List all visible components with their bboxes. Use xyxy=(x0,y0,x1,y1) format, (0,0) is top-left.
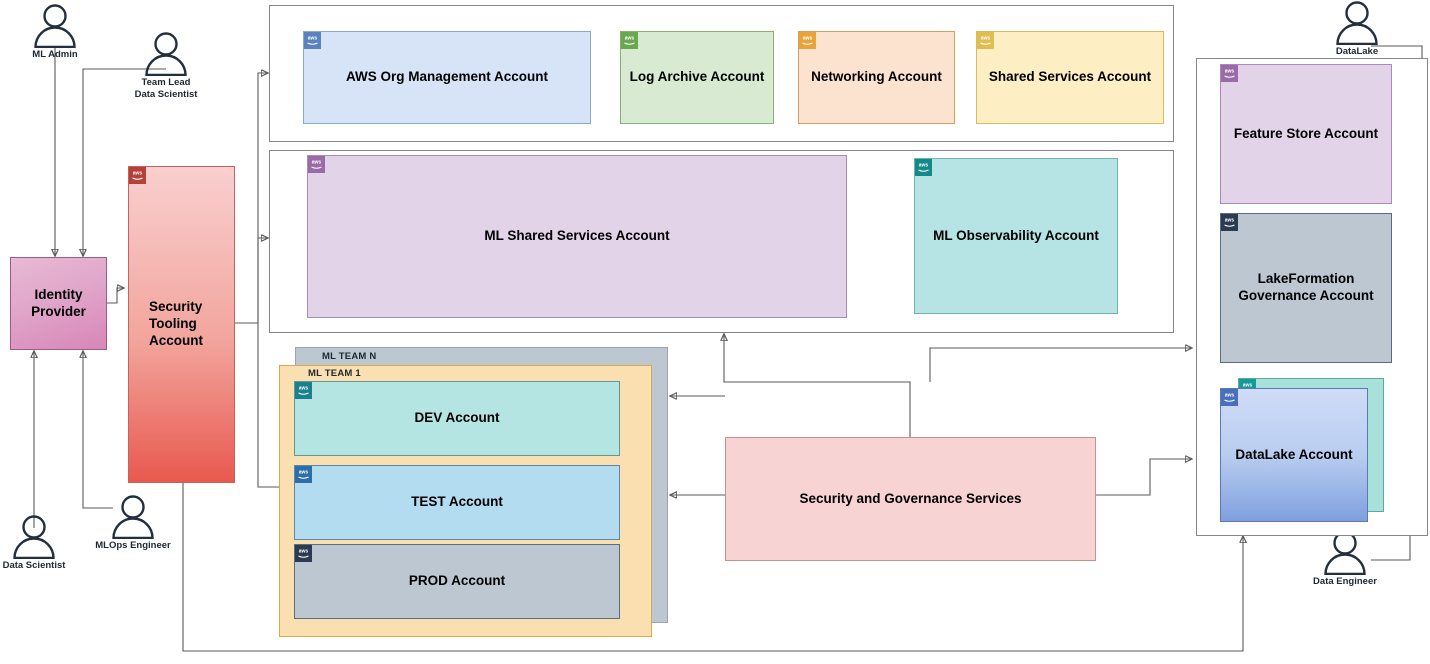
actor-team-lead: Team Lead Data Scientist xyxy=(106,32,226,101)
account-aws-org-management[interactable]: aws AWS Org Management Account xyxy=(303,31,591,124)
actor-label: Data Scientist xyxy=(2,560,66,571)
aws-badge-icon: aws xyxy=(295,382,312,399)
svg-text:aws: aws xyxy=(803,36,813,42)
svg-text:aws: aws xyxy=(299,386,309,392)
account-feature-store[interactable]: aws Feature Store Account xyxy=(1220,64,1392,204)
account-log-archive[interactable]: aws Log Archive Account xyxy=(620,31,774,124)
svg-text:aws: aws xyxy=(133,171,143,177)
security-tooling-account-box[interactable]: aws Security Tooling Account xyxy=(128,166,235,483)
aws-badge-icon: aws xyxy=(304,32,321,49)
account-ml-observability[interactable]: aws ML Observability Account xyxy=(914,158,1118,314)
svg-text:aws: aws xyxy=(919,163,929,169)
account-datalake[interactable]: aws DataLake Account xyxy=(1220,388,1368,522)
security-governance-services-label: Security and Governance Services xyxy=(799,490,1022,506)
account-shared-services[interactable]: aws Shared Services Account xyxy=(976,31,1164,124)
aws-badge-icon: aws xyxy=(915,159,932,176)
aws-badge-icon: aws xyxy=(977,32,994,49)
account-label: AWS Org Management Account xyxy=(345,69,549,85)
svg-text:aws: aws xyxy=(299,470,309,476)
account-label: DEV Account xyxy=(414,410,500,426)
security-governance-services-box[interactable]: Security and Governance Services xyxy=(725,437,1096,561)
person-icon xyxy=(145,32,187,76)
svg-text:aws: aws xyxy=(312,160,322,166)
account-label: Networking Account xyxy=(811,69,942,85)
aws-badge-icon: aws xyxy=(1221,65,1238,82)
person-icon xyxy=(1324,531,1366,575)
svg-text:aws: aws xyxy=(1225,393,1235,399)
svg-text:aws: aws xyxy=(1225,69,1235,75)
ml-team-n-label: ML TEAM N xyxy=(322,351,377,362)
actor-label: MLOps Engineer xyxy=(95,540,171,551)
security-tooling-account-label: Security Tooling Account xyxy=(149,299,203,348)
actor-label: Team Lead Data Scientist xyxy=(134,77,198,100)
svg-text:aws: aws xyxy=(308,36,318,42)
actor-mlops-engineer: MLOps Engineer xyxy=(73,495,193,552)
aws-badge-icon: aws xyxy=(621,32,638,49)
svg-text:aws: aws xyxy=(1225,218,1235,224)
account-label: ML Observability Account xyxy=(933,227,1099,243)
account-label: TEST Account xyxy=(411,494,503,510)
person-icon xyxy=(13,515,55,559)
actor-ml-admin: ML Admin xyxy=(0,4,115,61)
person-icon xyxy=(112,495,154,539)
account-label: ML Shared Services Account xyxy=(484,228,670,244)
svg-text:aws: aws xyxy=(981,36,991,42)
account-prod[interactable]: aws PROD Account xyxy=(294,544,620,619)
actor-data-engineer: Data Engineer xyxy=(1285,531,1405,588)
account-label: Feature Store Account xyxy=(1233,125,1379,141)
account-dev[interactable]: aws DEV Account xyxy=(294,381,620,456)
aws-badge-icon: aws xyxy=(799,32,816,49)
aws-badge-icon: aws xyxy=(308,156,325,173)
aws-badge-icon: aws xyxy=(1221,214,1238,231)
actor-label: ML Admin xyxy=(32,49,78,60)
architecture-diagram: ML Admin Team Lead Data Scientist Data S… xyxy=(0,0,1430,664)
svg-text:aws: aws xyxy=(625,36,635,42)
account-test[interactable]: aws TEST Account xyxy=(294,465,620,540)
svg-text:aws: aws xyxy=(299,549,309,555)
aws-badge-icon: aws xyxy=(295,466,312,483)
account-label: DataLake Account xyxy=(1235,446,1353,462)
account-label: Log Archive Account xyxy=(629,69,765,85)
account-networking[interactable]: aws Networking Account xyxy=(798,31,955,124)
actor-label: Data Engineer xyxy=(1313,576,1377,587)
identity-provider-label: Identity Provider xyxy=(31,286,86,319)
account-ml-shared-services[interactable]: aws ML Shared Services Account xyxy=(307,155,847,318)
account-label: LakeFormation Governance Account xyxy=(1238,271,1374,303)
aws-badge-icon: aws xyxy=(1221,389,1238,406)
identity-provider-box[interactable]: Identity Provider xyxy=(10,257,107,350)
aws-badge-icon: aws xyxy=(129,167,146,184)
aws-badge-icon: aws xyxy=(295,545,312,562)
person-icon xyxy=(1336,1,1378,45)
account-label: PROD Account xyxy=(408,573,506,589)
person-icon xyxy=(34,4,76,48)
account-label: Shared Services Account xyxy=(988,69,1152,85)
account-lakeformation-governance[interactable]: aws LakeFormation Governance Account xyxy=(1220,213,1392,363)
ml-team-1-label: ML TEAM 1 xyxy=(308,368,361,379)
